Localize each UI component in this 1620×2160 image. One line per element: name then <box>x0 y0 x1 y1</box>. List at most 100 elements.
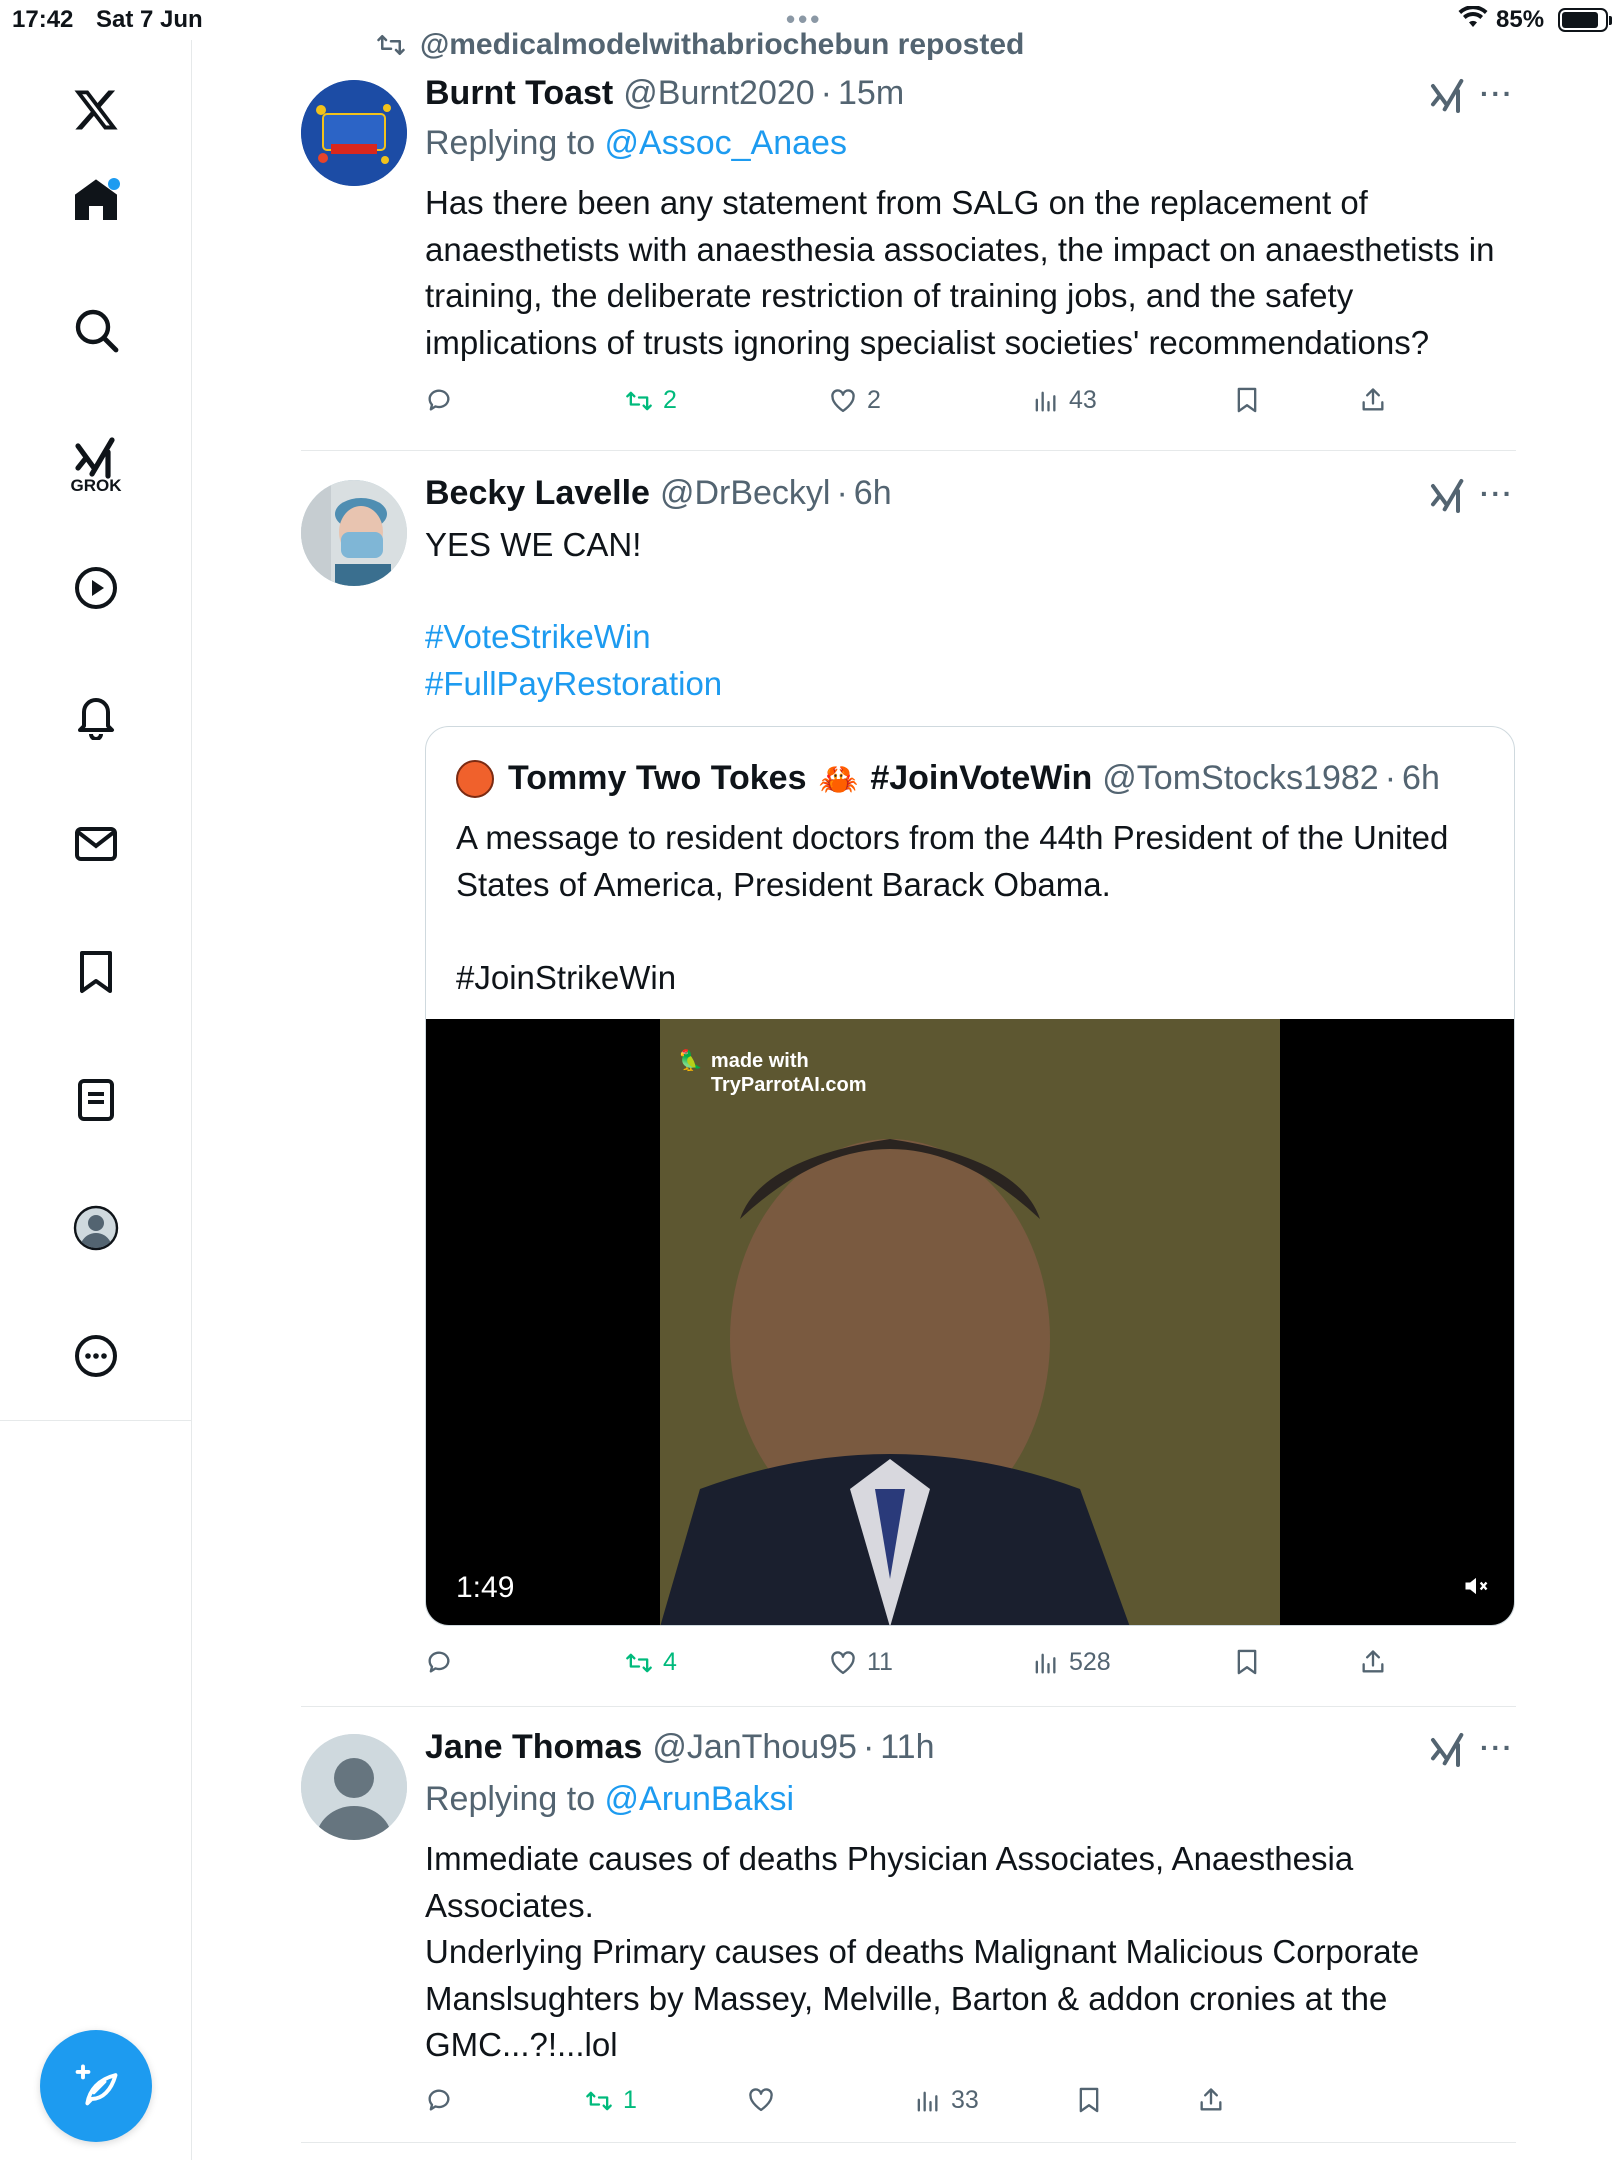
mute-icon[interactable] <box>1462 1572 1490 1605</box>
heart-icon <box>831 1650 855 1674</box>
quote-timestamp: 6h <box>1402 759 1440 797</box>
doctor-photo-icon <box>301 480 407 586</box>
repost-button[interactable]: 1 <box>585 2086 637 2115</box>
grok-icon[interactable] <box>1428 476 1468 516</box>
reply-icon <box>428 389 450 411</box>
battery-percentage: 85% <box>1496 6 1545 33</box>
display-name[interactable]: Becky Lavelle <box>425 474 650 513</box>
home-icon[interactable] <box>56 160 136 240</box>
lists-icon[interactable] <box>56 1060 136 1140</box>
user-handle[interactable]: @Burnt2020 <box>623 74 814 113</box>
hashtag-link[interactable]: #FullPayRestoration <box>425 661 1515 708</box>
bookmark-button[interactable] <box>1233 1648 1261 1676</box>
tweet-divider <box>301 450 1516 451</box>
display-name[interactable]: Jane Thomas <box>425 1728 642 1767</box>
bookmark-button[interactable] <box>1233 386 1261 414</box>
repost-icon <box>626 391 652 410</box>
profile-icon[interactable] <box>56 1188 136 1268</box>
repost-indicator[interactable]: @medicalmodelwithabriochebun reposted <box>376 28 1024 62</box>
default-avatar-icon <box>301 1734 407 1840</box>
avatar[interactable] <box>301 1734 407 1840</box>
video-frame: 🦜 made with TryParrotAI.com <box>660 1019 1280 1625</box>
video-thumbnail <box>660 1019 1280 1625</box>
more-icon[interactable]: ··· <box>1480 78 1514 110</box>
views-button[interactable]: 33 <box>913 2086 979 2115</box>
repost-count: 4 <box>663 1648 677 1676</box>
parrot-icon: 🦜 <box>678 1050 703 1072</box>
video-icon[interactable] <box>56 548 136 628</box>
compose-post-button[interactable] <box>40 2030 152 2142</box>
video-player[interactable]: 🦜 made with TryParrotAI.com 1:49 <box>426 1019 1514 1625</box>
messages-envelope-icon[interactable] <box>56 804 136 884</box>
more-icon[interactable]: ··· <box>1480 1732 1514 1764</box>
tweet-text: Has there been any statement from SALG o… <box>425 184 1495 361</box>
avatar[interactable] <box>301 80 407 186</box>
views-button[interactable]: 528 <box>1031 1648 1111 1677</box>
more-options-icon[interactable] <box>56 1316 136 1396</box>
share-button[interactable] <box>1359 1648 1387 1676</box>
bookmark-button[interactable] <box>1075 2086 1103 2114</box>
user-handle[interactable]: @JanThou95 <box>652 1728 857 1767</box>
quoted-tweet-card[interactable]: Tommy Two Tokes 🦀 #JoinVoteWin @TomStock… <box>425 726 1515 1626</box>
replying-to-link[interactable]: @Assoc_Anaes <box>605 124 847 162</box>
heart-icon <box>749 2088 773 2112</box>
view-count: 528 <box>1069 1648 1111 1676</box>
repost-button[interactable]: 4 <box>625 1648 677 1677</box>
video-watermark: 🦜 made with TryParrotAI.com <box>678 1049 867 1097</box>
hashtag-link[interactable]: #VoteStrikeWin <box>425 614 1515 661</box>
timestamp[interactable]: 6h <box>854 474 892 513</box>
user-handle[interactable]: @DrBeckyl <box>660 474 831 513</box>
like-count: 11 <box>867 1648 893 1676</box>
notification-dot <box>108 178 120 190</box>
tweet-actions: 2 2 43 <box>425 386 1425 426</box>
view-count: 33 <box>951 2086 979 2114</box>
more-icon[interactable]: ··· <box>1480 478 1514 510</box>
status-time: 17:42 <box>12 6 74 33</box>
separator-dot: · <box>836 474 848 512</box>
gmc-parody-logo-icon <box>301 80 407 186</box>
compose-feather-icon <box>75 2064 118 2106</box>
quote-name-suffix: #JoinVoteWin <box>870 759 1093 797</box>
repost-count: 2 <box>663 386 677 414</box>
share-button[interactable] <box>1197 2086 1225 2114</box>
share-icon <box>1200 2088 1222 2111</box>
grok-icon[interactable] <box>1428 76 1468 116</box>
quote-avatar <box>456 759 494 798</box>
tweet-actions: 1 33 <box>425 2086 1425 2126</box>
quote-text: A message to resident doctors from the 4… <box>456 815 1496 1001</box>
repost-button[interactable]: 2 <box>625 386 677 415</box>
tweet-text: Immediate causes of deaths Physician Ass… <box>425 1836 1515 2069</box>
tweet-text-line: Underlying Primary causes of deaths Mali… <box>425 1933 1420 2063</box>
share-button[interactable] <box>1359 386 1387 414</box>
quote-display-name: Tommy Two Tokes <box>508 759 807 797</box>
heart-icon <box>831 388 855 412</box>
search-icon[interactable] <box>56 290 136 370</box>
replying-label: Replying to <box>425 1780 605 1818</box>
views-chart-icon <box>917 2091 938 2111</box>
bookmark-icon <box>1079 2087 1099 2113</box>
repost-icon <box>626 1653 652 1672</box>
views-button[interactable]: 43 <box>1031 386 1097 415</box>
avatar[interactable] <box>301 480 407 586</box>
like-button[interactable]: 11 <box>829 1648 893 1677</box>
reply-button[interactable] <box>425 386 463 414</box>
watermark-line1: made with <box>710 1050 809 1072</box>
crab-emoji: 🦀 <box>818 760 859 797</box>
grok-label: GROK <box>70 476 122 495</box>
reply-icon <box>428 2089 450 2111</box>
timestamp[interactable]: 15m <box>838 74 904 113</box>
timestamp[interactable]: 11h <box>880 1728 934 1767</box>
reply-button[interactable] <box>425 2086 463 2114</box>
replying-to: Replying to @Assoc_Anaes <box>425 124 847 163</box>
display-name[interactable]: Burnt Toast <box>425 74 613 113</box>
quote-header: Tommy Two Tokes 🦀 #JoinVoteWin @TomStock… <box>456 759 1440 798</box>
reply-button[interactable] <box>425 1648 463 1676</box>
quote-body: A message to resident doctors from the 4… <box>456 819 1449 903</box>
bookmarks-icon[interactable] <box>56 932 136 1012</box>
x-logo-icon[interactable] <box>56 70 136 150</box>
like-button[interactable] <box>747 2086 785 2114</box>
notifications-bell-icon[interactable] <box>56 676 136 756</box>
like-button[interactable]: 2 <box>829 386 881 415</box>
replying-to-link[interactable]: @ArunBaksi <box>605 1780 794 1818</box>
grok-icon[interactable] <box>1428 1730 1468 1770</box>
